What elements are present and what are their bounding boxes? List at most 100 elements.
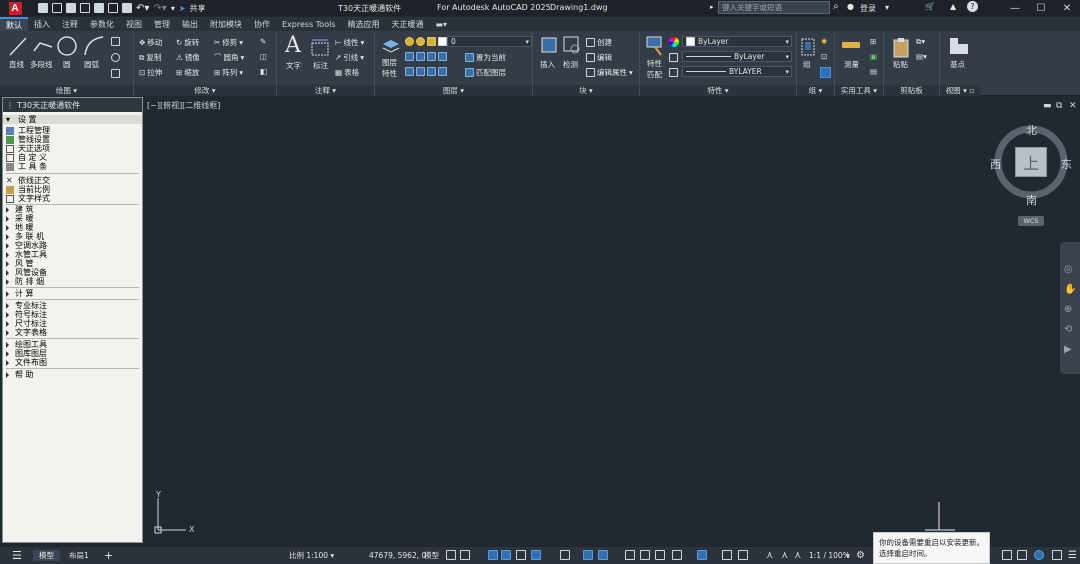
paste-button[interactable]: 粘贴 <box>893 59 908 70</box>
list-item[interactable]: 风 管 <box>6 259 34 268</box>
layer-state-icons[interactable] <box>405 37 447 46</box>
line-button[interactable]: 直线 <box>9 59 24 70</box>
list-item[interactable]: 风管设备 <box>6 268 47 277</box>
viewcube-top-face[interactable]: 上 <box>1015 147 1047 177</box>
compass-south[interactable]: 南 <box>1026 192 1037 208</box>
mirror-button[interactable]: ⚠ 镜像 <box>176 52 200 63</box>
leader-button[interactable]: ↗ 引线 ▾ <box>335 52 364 63</box>
list-item[interactable]: 水管工具 <box>6 250 47 259</box>
array-button[interactable]: ⊞ 阵列 ▾ <box>214 67 243 78</box>
modify-panel-label[interactable]: 修改 ▾ <box>134 85 276 96</box>
user-icon[interactable]: ● <box>847 2 854 11</box>
selection-filter-icon[interactable] <box>722 550 732 560</box>
list-item[interactable]: 图库图层 <box>6 349 47 358</box>
coordinates-readout[interactable]: 47679, 5962, 0 <box>369 550 426 561</box>
lineweight-dropdown[interactable]: BYLAYER ▾ <box>682 66 792 77</box>
copy-clip-icon[interactable]: ⧉▾ <box>916 37 925 47</box>
circle-button[interactable]: 圆 <box>63 59 71 70</box>
object-snap-tracking-icon[interactable] <box>583 550 593 560</box>
trim-button[interactable]: ✂ 修剪 ▾ <box>214 37 243 48</box>
copy-button[interactable]: ⧉ 复制 <box>139 52 161 63</box>
list-item[interactable]: 计 算 <box>6 289 34 298</box>
tab-insert[interactable]: 插入 <box>28 17 56 31</box>
viewcube[interactable]: 北 南 东 西 上 WCS <box>990 120 1076 230</box>
create-block-button[interactable]: 创建 <box>586 37 612 48</box>
annotation-panel-label[interactable]: 注释 ▾ <box>277 85 374 96</box>
list-item[interactable]: 采 暖 <box>6 214 34 223</box>
dynamic-ucs-icon[interactable] <box>697 550 707 560</box>
search-input[interactable]: 键入关键字或短语 <box>718 1 830 14</box>
login-dropdown-icon[interactable]: ▾ <box>885 3 889 12</box>
list-item[interactable]: 帮 助 <box>6 370 34 379</box>
list-item[interactable]: 天正选项 <box>6 144 50 153</box>
list-item[interactable]: 多 联 机 <box>6 232 44 241</box>
print-icon[interactable] <box>122 3 132 13</box>
annotation-visibility-icon[interactable]: ⋏ <box>766 550 773 561</box>
update-notification[interactable]: 你的设备需要重启以安装更新。 选择重启时间。 <box>873 532 990 564</box>
add-layout-button[interactable]: + <box>104 549 113 562</box>
dimension-button[interactable]: 标注 <box>313 60 328 71</box>
layer-tools-row1[interactable] <box>405 52 447 61</box>
lineweight-icon[interactable] <box>669 68 678 77</box>
list-item[interactable]: 当前比例 <box>6 185 50 194</box>
pencil-icon[interactable]: ✎ <box>260 37 266 46</box>
list-item[interactable]: 地 暖 <box>6 223 34 232</box>
list-item[interactable]: 符号标注 <box>6 310 47 319</box>
color-wheel-icon[interactable] <box>669 37 679 47</box>
color-dropdown[interactable]: ByLayer ▾ <box>682 36 792 47</box>
close-button[interactable]: ✕ <box>1054 0 1080 16</box>
ortho-mode-icon[interactable] <box>516 550 526 560</box>
list-item[interactable]: 专业标注 <box>6 301 47 310</box>
selection-cycling-icon[interactable] <box>655 550 665 560</box>
new-icon[interactable] <box>38 3 48 13</box>
group-edit-icon[interactable]: ⊡ <box>821 52 827 61</box>
search-expand-icon[interactable]: ▸ <box>710 3 714 11</box>
stretch-button[interactable]: ⊡ 拉伸 <box>139 67 162 78</box>
tab-addins[interactable]: 附加模块 <box>204 17 248 31</box>
compass-west[interactable]: 西 <box>990 156 1001 172</box>
compass-east[interactable]: 东 <box>1061 156 1072 172</box>
hatch-icon[interactable] <box>111 53 120 62</box>
application-menu-button[interactable]: A <box>0 0 30 16</box>
measure-button[interactable]: 测量 <box>844 59 859 70</box>
autodesk-a360-icon[interactable]: ▲ <box>950 2 956 11</box>
hamburger-menu-icon[interactable]: ☰ <box>12 549 22 562</box>
tab-output[interactable]: 输出 <box>176 17 204 31</box>
list-item[interactable]: 管线设置 <box>6 135 50 144</box>
customization-menu-icon[interactable]: ☰ <box>1068 550 1077 561</box>
detect-button[interactable]: 检测 <box>563 59 578 70</box>
polyline-button[interactable]: 多段线 <box>30 59 53 70</box>
undo-icon[interactable]: ↶▾ <box>136 3 149 14</box>
clipboard-panel-label[interactable]: 剪贴板 <box>884 85 939 96</box>
showmotion-icon[interactable]: ▶ <box>1064 344 1072 355</box>
region-icon[interactable] <box>111 69 120 78</box>
text-button[interactable]: 文字 <box>286 60 301 71</box>
list-item[interactable]: 建 筑 <box>6 205 34 214</box>
isolate-objects-icon[interactable] <box>1002 550 1012 560</box>
scale-button[interactable]: ⊞ 缩放 <box>176 67 199 78</box>
linetype-dropdown[interactable]: ByLayer ▾ <box>682 51 792 62</box>
cart-icon[interactable]: 🛒 <box>925 2 935 11</box>
annotation-scale-icon[interactable]: ⋏ <box>794 550 801 561</box>
login-button[interactable]: 登录 <box>860 3 876 14</box>
view-panel-label[interactable]: 视图 ▾ ▫ <box>940 85 980 96</box>
list-item[interactable]: 文件布图 <box>6 358 47 367</box>
zoom-extents-icon[interactable]: ⊕ <box>1064 304 1072 315</box>
pan-icon[interactable]: ✋ <box>1064 284 1076 295</box>
offset-icon[interactable]: ◧ <box>260 67 267 76</box>
gizmo-icon[interactable] <box>738 550 748 560</box>
list-item[interactable]: ✕ 依线正交 <box>6 176 50 185</box>
lineweight-display-icon[interactable] <box>625 550 635 560</box>
match-properties-button[interactable]: 特性 匹配 <box>647 59 662 79</box>
search-icon[interactable]: ⌕ <box>833 1 839 12</box>
tab-manage[interactable]: 管理 <box>148 17 176 31</box>
infer-constraints-icon[interactable] <box>488 550 498 560</box>
calculator-icon[interactable]: ▣ <box>870 52 877 61</box>
insert-button[interactable]: 插入 <box>540 59 555 70</box>
set-current-button[interactable]: 置为当前 <box>465 52 506 63</box>
auto-scale-icon[interactable]: ⋏ <box>781 550 788 561</box>
ribbon-toggle-icon[interactable]: ▬▾ <box>430 17 454 31</box>
annoscale-dropdown-icon[interactable]: ▾ <box>846 550 850 561</box>
layer-dropdown[interactable]: 0 ▾ <box>447 36 532 47</box>
list-item[interactable]: 绘图工具 <box>6 340 47 349</box>
